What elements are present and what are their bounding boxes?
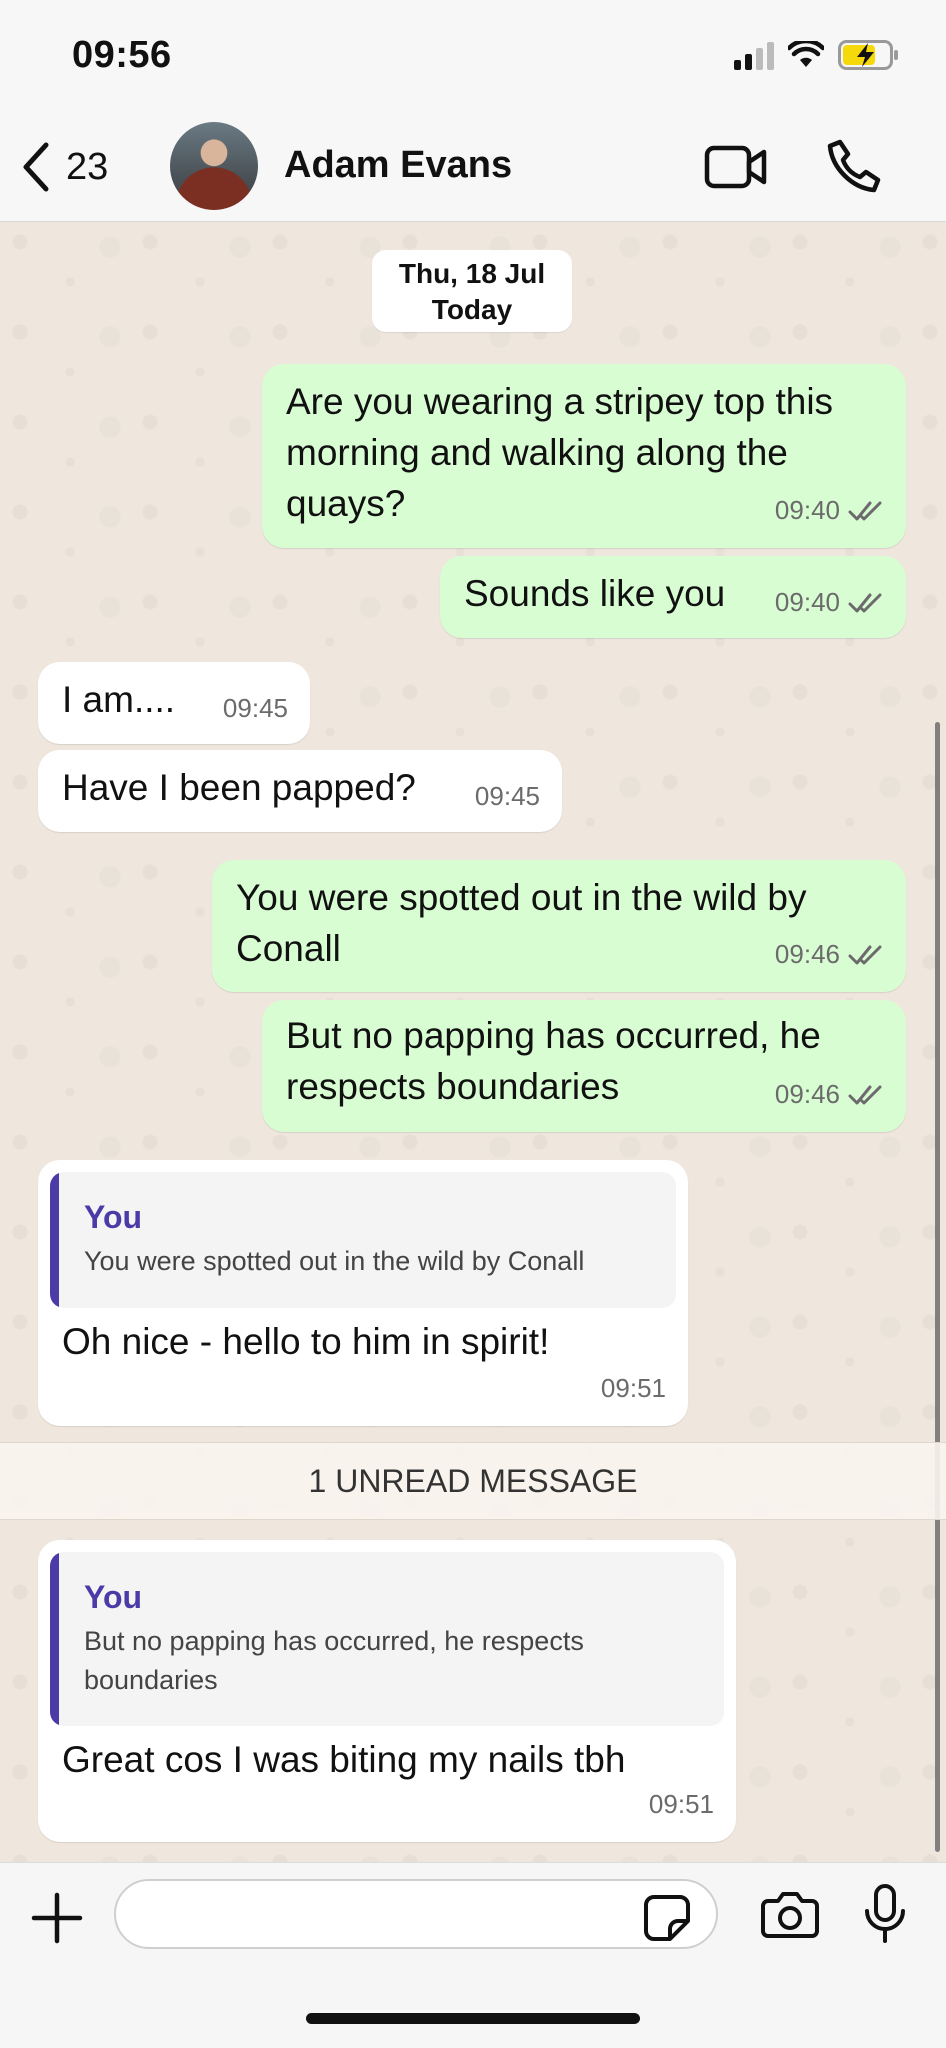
battery-charging-icon bbox=[838, 40, 898, 70]
quote-accent-bar bbox=[50, 1552, 59, 1726]
incoming-message[interactable]: Have I been papped? 09:45 bbox=[38, 750, 562, 832]
microphone-icon[interactable] bbox=[862, 1883, 908, 1945]
message-meta: 09:40 bbox=[775, 577, 884, 628]
double-check-icon bbox=[848, 945, 882, 964]
quote-accent-bar bbox=[50, 1172, 59, 1308]
outgoing-message[interactable]: You were spotted out in the wild by Cona… bbox=[212, 860, 906, 992]
outgoing-message[interactable]: Sounds like you 09:40 bbox=[440, 556, 906, 638]
message-time: 09:45 bbox=[222, 693, 288, 723]
home-indicator[interactable] bbox=[306, 2013, 640, 2024]
message-text: Oh nice - hello to him in spirit! bbox=[62, 1321, 550, 1362]
double-check-icon bbox=[848, 501, 882, 520]
message-time: 09:40 bbox=[774, 587, 840, 617]
message-meta: 09:46 bbox=[775, 1069, 884, 1120]
message-meta: 09:51 bbox=[649, 1779, 714, 1830]
message-composer bbox=[0, 1862, 946, 2048]
back-button[interactable]: 23 bbox=[18, 136, 108, 198]
date-sublabel: Today bbox=[431, 294, 513, 325]
status-bar: 09:56 bbox=[0, 0, 946, 118]
date-separator: Thu, 18 Jul Today bbox=[372, 250, 572, 332]
quoted-message[interactable]: You You were spotted out in the wild by … bbox=[50, 1172, 676, 1308]
incoming-reply-message[interactable]: You But no papping has occurred, he resp… bbox=[38, 1540, 736, 1842]
message-text: You were spotted out in the wild by Cona… bbox=[236, 877, 807, 969]
message-meta: 09:40 bbox=[775, 485, 884, 536]
quote-author: You bbox=[84, 1199, 143, 1235]
phone-icon[interactable] bbox=[826, 138, 882, 194]
scrollbar[interactable] bbox=[935, 722, 940, 1852]
message-text: I am.... bbox=[62, 679, 176, 720]
message-text: Sounds like you bbox=[464, 573, 726, 614]
message-meta: 09:45 bbox=[223, 683, 288, 734]
status-icons bbox=[734, 40, 900, 70]
incoming-message[interactable]: I am.... 09:45 bbox=[38, 662, 310, 744]
date-label: Thu, 18 Jul bbox=[398, 258, 546, 289]
incoming-reply-message[interactable]: You You were spotted out in the wild by … bbox=[38, 1160, 688, 1426]
quote-text: But no papping has occurred, he respects… bbox=[84, 1626, 584, 1695]
message-time: 09:51 bbox=[648, 1789, 714, 1819]
quote-author: You bbox=[84, 1579, 143, 1615]
unread-messages-divider: 1 UNREAD MESSAGE bbox=[0, 1442, 946, 1520]
chat-area[interactable]: Thu, 18 Jul Today Are you wearing a stri… bbox=[0, 222, 946, 1862]
double-check-icon bbox=[848, 593, 882, 612]
double-check-icon bbox=[848, 1085, 882, 1104]
message-text: Have I been papped? bbox=[62, 767, 416, 808]
chevron-left-icon bbox=[23, 142, 49, 192]
signal-icon bbox=[734, 40, 774, 70]
message-meta: 09:51 bbox=[601, 1363, 666, 1414]
message-meta: 09:45 bbox=[475, 771, 540, 822]
plus-icon[interactable] bbox=[30, 1891, 84, 1945]
sticker-icon[interactable] bbox=[642, 1893, 692, 1943]
message-text: Are you wearing a stripey top this morni… bbox=[286, 381, 834, 524]
message-time: 09:46 bbox=[774, 939, 840, 969]
message-input[interactable] bbox=[114, 1879, 718, 1949]
status-time: 09:56 bbox=[72, 34, 172, 76]
outgoing-message[interactable]: But no papping has occurred, he respects… bbox=[262, 1000, 906, 1132]
camera-icon[interactable] bbox=[760, 1889, 820, 1939]
contact-name[interactable]: Adam Evans bbox=[284, 144, 512, 187]
outgoing-message[interactable]: Are you wearing a stripey top this morni… bbox=[262, 364, 906, 548]
quoted-message[interactable]: You But no papping has occurred, he resp… bbox=[50, 1552, 724, 1726]
message-time: 09:45 bbox=[474, 781, 540, 811]
message-time: 09:40 bbox=[774, 495, 840, 525]
chat-header: 23 Adam Evans bbox=[0, 118, 946, 222]
quote-text: You were spotted out in the wild by Cona… bbox=[84, 1246, 585, 1276]
unread-chats-count: 23 bbox=[66, 145, 109, 188]
avatar[interactable] bbox=[170, 122, 258, 210]
video-call-icon[interactable] bbox=[704, 142, 768, 192]
wifi-icon bbox=[788, 41, 824, 67]
message-meta: 09:46 bbox=[775, 929, 884, 980]
message-text: Great cos I was biting my nails tbh bbox=[62, 1739, 626, 1780]
message-text: But no papping has occurred, he respects… bbox=[286, 1015, 821, 1107]
message-time: 09:46 bbox=[774, 1079, 840, 1109]
message-time: 09:51 bbox=[600, 1373, 666, 1403]
